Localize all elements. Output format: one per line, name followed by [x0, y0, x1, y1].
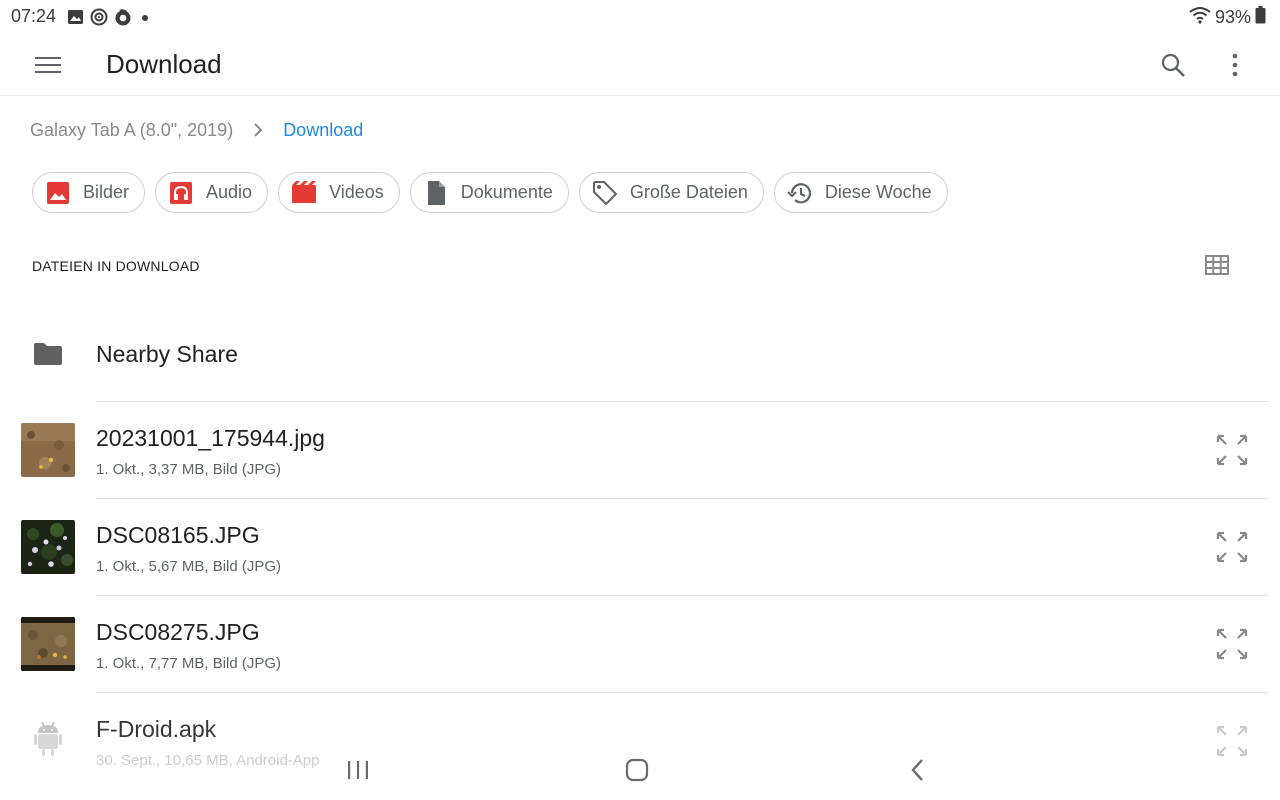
status-bar: 07:24 93% — [0, 0, 1280, 34]
sync-notification-icon — [90, 8, 108, 31]
headphones-icon — [168, 180, 194, 206]
more-vert-icon[interactable] — [1218, 48, 1252, 82]
file-name: F-Droid.apk — [96, 716, 217, 742]
image-icon — [45, 180, 71, 206]
chip-label: Bilder — [83, 182, 130, 202]
image-notification-icon — [67, 9, 84, 30]
dot-icon — [138, 10, 152, 29]
tag-icon — [592, 180, 618, 206]
folder-icon — [33, 342, 63, 371]
history-icon — [787, 180, 813, 206]
chip-label: Dokumente — [460, 182, 553, 202]
hamburger-menu-icon[interactable] — [30, 48, 66, 82]
chip-videos[interactable]: Videos — [278, 172, 400, 213]
chip-audio[interactable]: Audio — [155, 172, 269, 213]
filter-chips: Bilder Audio Videos Dokumente Große Date… — [32, 172, 948, 213]
chip-label: Audio — [206, 182, 253, 202]
home-icon[interactable] — [617, 752, 657, 788]
file-meta: 1. Okt., 7,77 MB, Bild (JPG) — [96, 655, 282, 672]
list-item-file[interactable]: DSC08165.JPG 1. Okt., 5,67 MB, Bild (JPG… — [0, 499, 1280, 595]
image-thumbnail — [21, 423, 75, 477]
expand-preview-icon[interactable] — [1214, 432, 1250, 468]
expand-preview-icon[interactable] — [1214, 529, 1250, 565]
app-toolbar: Download — [0, 34, 1280, 96]
file-name: DSC08275.JPG — [96, 619, 260, 645]
chip-label: Große Dateien — [629, 182, 748, 202]
chip-diese-woche[interactable]: Diese Woche — [773, 172, 948, 213]
back-icon[interactable] — [897, 752, 937, 788]
file-name: Nearby Share — [96, 341, 238, 367]
image-thumbnail — [21, 617, 75, 671]
status-time: 07:24 — [11, 6, 57, 26]
page-title: Download — [106, 49, 222, 79]
chip-label: Videos — [329, 182, 384, 202]
movie-icon — [291, 180, 317, 206]
grid-view-icon[interactable] — [1203, 252, 1231, 278]
battery-percent: 93% — [1214, 7, 1251, 27]
chevron-right-icon — [253, 122, 263, 138]
status-notification-icons — [67, 8, 152, 31]
file-name: DSC08165.JPG — [96, 522, 260, 548]
recent-apps-icon[interactable] — [338, 752, 378, 788]
chip-bilder[interactable]: Bilder — [32, 172, 146, 213]
file-name: 20231001_175944.jpg — [96, 425, 325, 451]
list-item-folder[interactable]: Nearby Share — [0, 322, 1280, 402]
section-title: DATEIEN IN DOWNLOAD — [32, 258, 200, 274]
breadcrumb-current[interactable]: Download — [283, 120, 363, 141]
chip-label: Diese Woche — [824, 182, 932, 202]
file-meta: 1. Okt., 3,37 MB, Bild (JPG) — [96, 461, 282, 478]
breadcrumb-root[interactable]: Galaxy Tab A (8.0", 2019) — [30, 120, 233, 141]
breadcrumb: Galaxy Tab A (8.0", 2019) Download — [30, 117, 363, 143]
wifi-icon — [1189, 6, 1211, 29]
chip-grosse-dateien[interactable]: Große Dateien — [578, 172, 764, 213]
image-thumbnail — [21, 520, 75, 574]
system-nav-bar — [0, 740, 1280, 800]
expand-preview-icon[interactable] — [1214, 626, 1250, 662]
file-meta: 1. Okt., 5,67 MB, Bild (JPG) — [96, 558, 282, 575]
list-item-file[interactable]: DSC08275.JPG 1. Okt., 7,77 MB, Bild (JPG… — [0, 596, 1280, 692]
status-system-icons: 93% — [1189, 6, 1266, 29]
chip-dokumente[interactable]: Dokumente — [409, 172, 569, 213]
search-icon[interactable] — [1156, 48, 1190, 82]
document-icon — [423, 180, 449, 206]
list-item-file[interactable]: 20231001_175944.jpg 1. Okt., 3,37 MB, Bi… — [0, 402, 1280, 498]
battery-icon — [1255, 6, 1266, 29]
firefox-notification-icon — [114, 8, 132, 31]
